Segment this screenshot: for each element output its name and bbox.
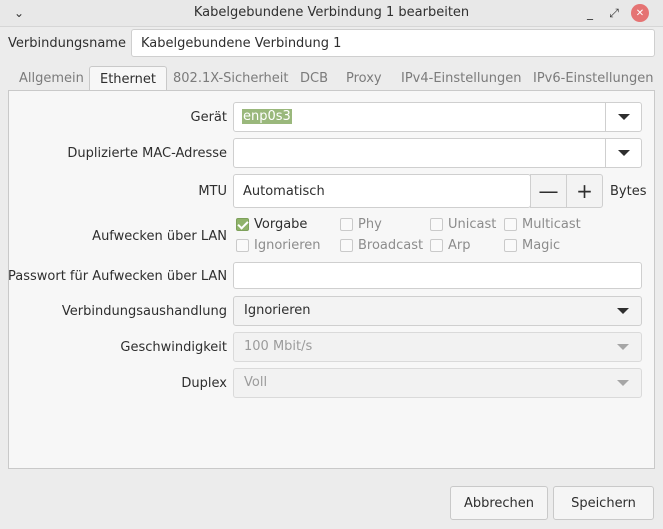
wol-multicast-checkbox[interactable]: Multicast bbox=[504, 217, 581, 232]
wol-password-input[interactable] bbox=[233, 262, 642, 289]
save-button[interactable]: Speichern bbox=[553, 486, 654, 520]
mtu-increase-button[interactable]: + bbox=[566, 174, 603, 208]
wake-on-lan-label: Aufwecken über LAN bbox=[92, 229, 227, 244]
tab-allgemein[interactable]: Allgemein bbox=[19, 66, 84, 91]
tab-8021x-security[interactable]: 802.1X-Sicherheit bbox=[173, 66, 288, 91]
cancel-button[interactable]: Abbrechen bbox=[450, 486, 548, 520]
mtu-unit: Bytes bbox=[610, 184, 647, 199]
negotiation-value: Ignorieren bbox=[244, 303, 311, 318]
device-label: Gerät bbox=[190, 110, 227, 125]
negotiation-label: Verbindungsaushandlung bbox=[61, 304, 227, 319]
chevron-down-icon bbox=[617, 344, 629, 350]
tab-ipv4[interactable]: IPv4-Einstellungen bbox=[401, 66, 521, 91]
wol-password-label: Passwort für Aufwecken über LAN bbox=[8, 269, 228, 284]
wol-unicast-checkbox[interactable]: Unicast bbox=[430, 217, 496, 232]
device-combo[interactable]: enp0s3 bbox=[233, 102, 642, 132]
mtu-decrease-button[interactable]: — bbox=[530, 174, 567, 208]
tab-proxy[interactable]: Proxy bbox=[346, 66, 382, 91]
cloned-mac-label: Duplizierte MAC-Adresse bbox=[67, 146, 227, 161]
wol-broadcast-checkbox[interactable]: Broadcast bbox=[340, 238, 423, 253]
duplex-dropdown: Voll bbox=[233, 368, 642, 398]
title-bar: ⌄ Kabelgebundene Verbindung 1 bearbeiten… bbox=[0, 0, 663, 27]
wol-ignorieren-checkbox[interactable]: Ignorieren bbox=[236, 238, 321, 253]
tab-ipv6[interactable]: IPv6-Einstellungen bbox=[533, 66, 653, 91]
wol-vorgabe-checkbox[interactable]: Vorgabe bbox=[236, 217, 307, 232]
chevron-down-icon[interactable] bbox=[618, 114, 630, 120]
negotiation-dropdown[interactable]: Ignorieren bbox=[233, 296, 642, 326]
cloned-mac-combo[interactable] bbox=[233, 138, 642, 168]
wol-magic-checkbox[interactable]: Magic bbox=[504, 238, 560, 253]
duplex-label: Duplex bbox=[181, 376, 227, 391]
close-icon[interactable]: ✕ bbox=[631, 4, 649, 22]
chevron-down-icon[interactable] bbox=[618, 150, 630, 156]
chevron-down-icon bbox=[617, 308, 629, 314]
maximize-icon[interactable]: ⤢ bbox=[603, 2, 625, 24]
tab-ethernet[interactable]: Ethernet bbox=[89, 66, 167, 92]
tab-dcb[interactable]: DCB bbox=[300, 66, 328, 91]
chevron-down-icon bbox=[617, 380, 629, 386]
speed-value: 100 Mbit/s bbox=[244, 339, 313, 354]
wol-arp-checkbox[interactable]: Arp bbox=[430, 238, 471, 253]
speed-label: Geschwindigkeit bbox=[120, 340, 227, 355]
minimize-icon[interactable]: _ bbox=[579, 2, 601, 24]
connection-name-input[interactable]: Kabelgebundene Verbindung 1 bbox=[131, 29, 655, 57]
mtu-input[interactable]: Automatisch bbox=[233, 174, 531, 208]
window-title: Kabelgebundene Verbindung 1 bearbeiten bbox=[193, 5, 470, 20]
mtu-label: MTU bbox=[198, 184, 227, 199]
wol-phy-checkbox[interactable]: Phy bbox=[340, 217, 382, 232]
device-value[interactable]: enp0s3 bbox=[242, 109, 292, 124]
tab-bar: Allgemein Ethernet 802.1X-Sicherheit DCB… bbox=[8, 66, 655, 92]
edit-connection-window: ⌄ Kabelgebundene Verbindung 1 bearbeiten… bbox=[0, 0, 663, 529]
speed-dropdown: 100 Mbit/s bbox=[233, 332, 642, 362]
duplex-value: Voll bbox=[244, 375, 268, 390]
connection-name-label: Verbindungsname bbox=[8, 36, 126, 51]
